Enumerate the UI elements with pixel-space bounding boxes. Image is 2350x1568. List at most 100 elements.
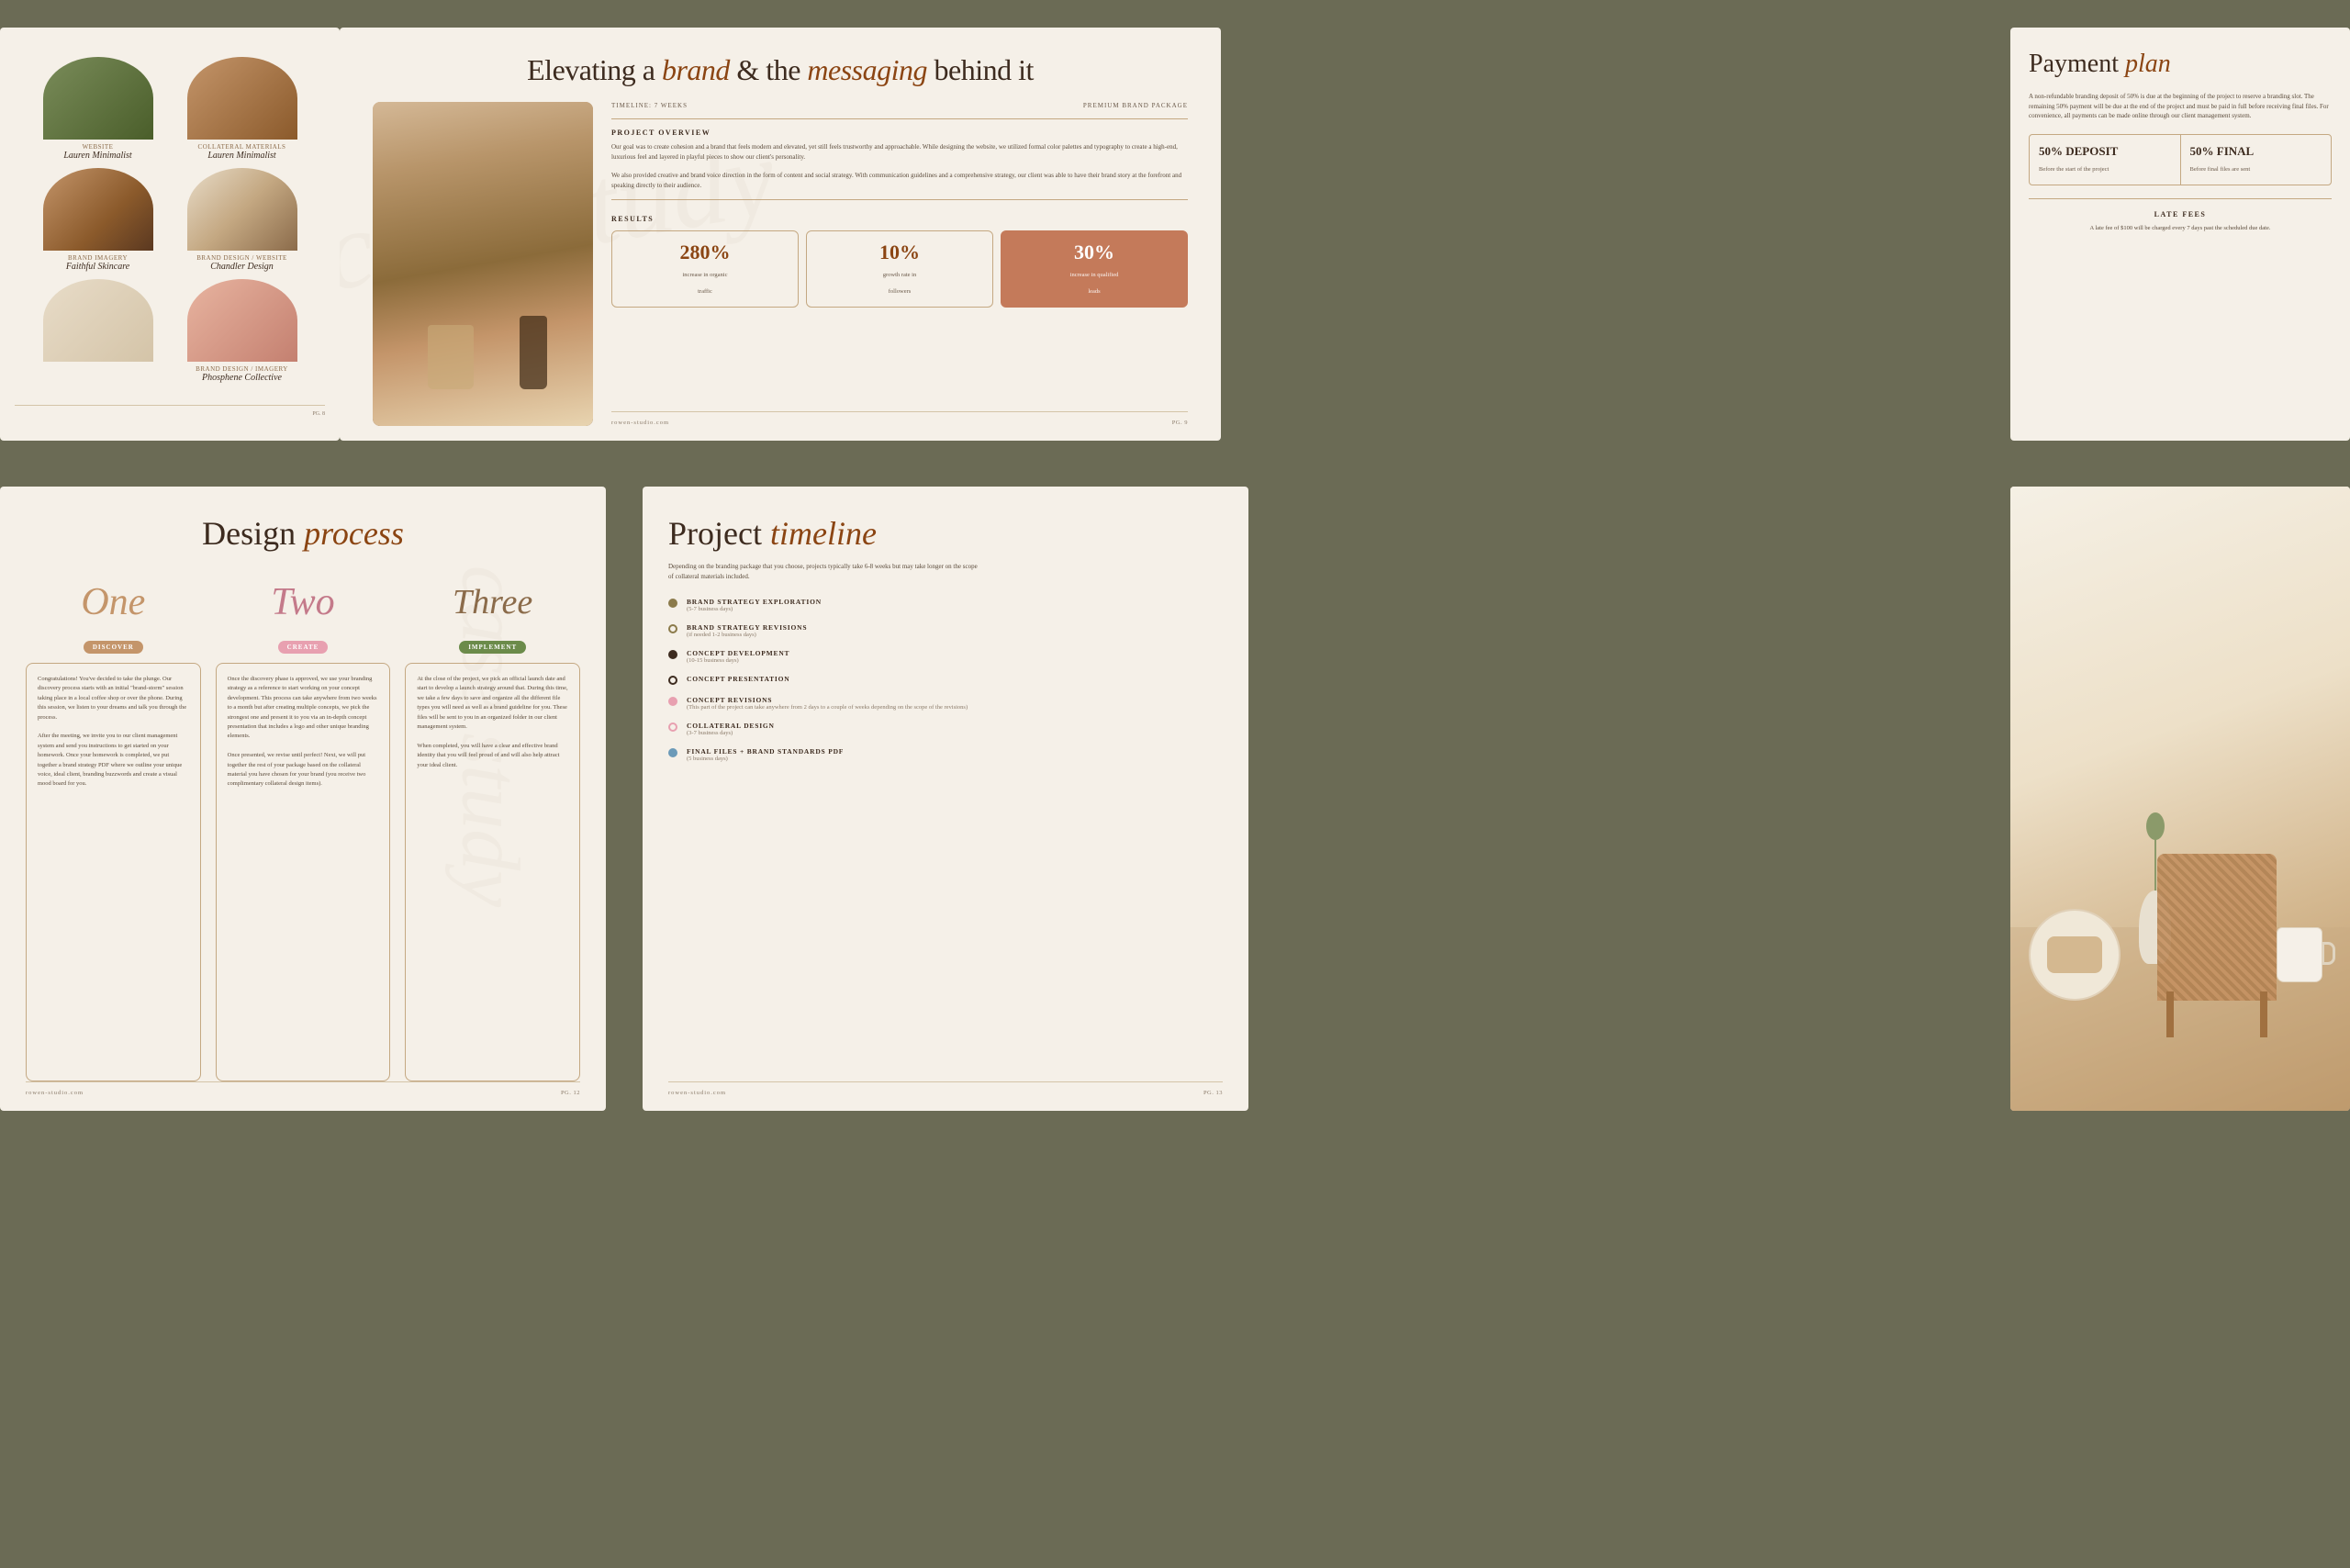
timeline-subtitle-3: (10-15 business days) <box>687 657 789 664</box>
slide4-footer-page: PG. 12 <box>561 1090 580 1096</box>
timeline-label: TIMELINE: 7 WEEKS <box>611 102 688 109</box>
timeline-title-4: CONCEPT PRESENTATION <box>687 675 789 683</box>
timeline-title-6: COLLATERAL DESIGN <box>687 722 775 730</box>
mug <box>2277 927 2322 982</box>
step3-text: At the close of the project, we pick an … <box>417 675 568 770</box>
portfolio-image-4 <box>187 168 297 251</box>
timeline-dot-1 <box>668 599 677 608</box>
chair-back <box>2157 854 2277 1001</box>
timeline-item-1: BRAND STRATEGY EXPLORATION (5-7 business… <box>668 598 1223 612</box>
result-box-3: 30% increase in qualifiedleads <box>1001 230 1188 308</box>
plate <box>2029 909 2121 1001</box>
step1-text: Congratulations! You've decided to take … <box>38 675 189 790</box>
slide4-footer-url: ROWEN-STUDIO.COM <box>26 1090 84 1096</box>
timeline-content-2: BRAND STRATEGY REVISIONS (if needed 1-2 … <box>687 623 807 638</box>
portfolio-label-small-6: BRAND DESIGN / IMAGERY <box>196 365 288 373</box>
step3-box: At the close of the project, we pick an … <box>405 663 580 1081</box>
slide2-title: Elevating a brand & the messaging behind… <box>373 53 1188 87</box>
timeline-content-1: BRAND STRATEGY EXPLORATION (5-7 business… <box>687 598 822 612</box>
timeline-content-3: CONCEPT DEVELOPMENT (10-15 business days… <box>687 649 789 664</box>
step1-number: One <box>76 575 150 630</box>
result-label-2: growth rate infollowers <box>883 272 916 295</box>
slide3-body-text: A non-refundable branding deposit of 50%… <box>2029 92 2332 121</box>
process-step-implement: Three IMPLEMENT At the close of the proj… <box>405 575 580 1081</box>
timeline-subtitle-6: (3-7 business days) <box>687 730 775 736</box>
slide2-meta: TIMELINE: 7 WEEKS PREMIUM BRAND PACKAGE <box>611 102 1188 109</box>
stem <box>2154 835 2156 890</box>
slide-design-process: case study Design process One DISCOVER C… <box>0 487 606 1111</box>
slide6-photo-area <box>2010 487 2350 1111</box>
deposit-pct: 50% DEPOSIT <box>2039 144 2171 159</box>
slide-elevating: case study Elevating a brand & the messa… <box>340 28 1221 441</box>
portfolio-image-5 <box>43 279 153 362</box>
slide5-title: Project timeline <box>668 514 1223 553</box>
step2-badge: CREATE <box>278 641 329 654</box>
timeline-subtitle-2: (if needed 1-2 business days) <box>687 632 807 638</box>
timeline-dot-7 <box>668 748 677 757</box>
results-section: RESULTS 280% increase in organictraffic … <box>611 215 1188 308</box>
timeline-title-1: BRAND STRATEGY EXPLORATION <box>687 598 822 606</box>
process-steps: One DISCOVER Congratulations! You've dec… <box>26 575 580 1081</box>
timeline-title-7: FINAL FILES + BRAND STANDARDS PDF <box>687 747 844 756</box>
result-label-3: increase in qualifiedleads <box>1070 272 1119 295</box>
late-fees-text: A late fee of $100 will be charged every… <box>2029 224 2332 233</box>
slide5-footer-page: PG. 13 <box>1203 1090 1223 1096</box>
food <box>2047 936 2102 973</box>
portfolio-label-small-4: BRAND DESIGN / WEBSITE <box>196 254 287 262</box>
chair-leg-left <box>2166 991 2174 1037</box>
process-step-discover: One DISCOVER Congratulations! You've dec… <box>26 575 201 1081</box>
package-label: PREMIUM BRAND PACKAGE <box>1083 102 1188 109</box>
portfolio-label-small-3: BRAND IMAGERY <box>68 254 128 262</box>
slide-payment: Payment plan A non-refundable branding d… <box>2010 28 2350 441</box>
timeline-item-4: CONCEPT PRESENTATION <box>668 675 1223 685</box>
payment-deposit: 50% DEPOSIT Before the start of the proj… <box>2030 135 2181 185</box>
portfolio-label-small-1: WEBSITE <box>83 143 114 151</box>
timeline-dot-3 <box>668 650 677 659</box>
deposit-desc: Before the start of the project <box>2039 166 2109 173</box>
portfolio-item-3: BRAND IMAGERY Faithful Skincare <box>29 168 166 272</box>
step2-number: Two <box>266 575 340 630</box>
portfolio-item-4: BRAND DESIGN / WEBSITE Chandler Design <box>173 168 310 272</box>
portfolio-item-2: COLLATERAL MATERIALS Lauren Minimalist <box>173 57 310 161</box>
result-number-2: 10% <box>818 241 981 264</box>
timeline-content-6: COLLATERAL DESIGN (3-7 business days) <box>687 722 775 736</box>
timeline-item-7: FINAL FILES + BRAND STANDARDS PDF (5 bus… <box>668 747 1223 762</box>
portfolio-label-small-2: COLLATERAL MATERIALS <box>198 143 286 151</box>
slide5-footer-url: ROWEN-STUDIO.COM <box>668 1090 726 1096</box>
final-desc: Before final files are sent <box>2190 166 2251 173</box>
slide1-footer-page: PG. 8 <box>312 411 325 417</box>
late-fees-title: LATE FEES <box>2029 210 2332 218</box>
timeline-item-6: COLLATERAL DESIGN (3-7 business days) <box>668 722 1223 736</box>
portfolio-grid: WEBSITE Lauren Minimalist COLLATERAL MAT… <box>15 42 325 398</box>
timeline-items: BRAND STRATEGY EXPLORATION (5-7 business… <box>668 598 1223 762</box>
step1-badge: DISCOVER <box>84 641 143 654</box>
payment-split: 50% DEPOSIT Before the start of the proj… <box>2029 134 2332 185</box>
slide2-footer-url: ROWEN-STUDIO.COM <box>611 420 669 426</box>
timeline-dot-2 <box>668 624 677 633</box>
slide-portfolio: WEBSITE Lauren Minimalist COLLATERAL MAT… <box>0 28 340 441</box>
portfolio-image-1 <box>43 57 153 140</box>
timeline-item-2: BRAND STRATEGY REVISIONS (if needed 1-2 … <box>668 623 1223 638</box>
timeline-dot-6 <box>668 722 677 732</box>
timeline-item-3: CONCEPT DEVELOPMENT (10-15 business days… <box>668 649 1223 664</box>
step2-box: Once the discovery phase is approved, we… <box>216 663 391 1081</box>
final-pct: 50% FINAL <box>2190 144 2322 159</box>
slide-timeline: Project timeline Depending on the brandi… <box>643 487 1248 1111</box>
step2-script: Two <box>271 583 334 622</box>
mug-handle <box>2322 942 2335 965</box>
overview-text2: We also provided creative and brand voic… <box>611 171 1188 190</box>
step3-badge: IMPLEMENT <box>459 641 526 654</box>
step3-number: Three <box>456 575 530 630</box>
timeline-dot-5 <box>668 697 677 706</box>
slide2-main-image <box>373 102 593 426</box>
timeline-content-4: CONCEPT PRESENTATION <box>687 675 789 683</box>
portfolio-image-3 <box>43 168 153 251</box>
step1-script: One <box>81 583 145 622</box>
result-number-3: 30% <box>1013 241 1176 264</box>
portfolio-label-main-4: Chandler Design <box>210 262 274 272</box>
timeline-title-3: CONCEPT DEVELOPMENT <box>687 649 789 657</box>
chair <box>2157 854 2277 1037</box>
result-box-2: 10% growth rate infollowers <box>806 230 993 308</box>
portfolio-label-main-6: Phosphene Collective <box>202 373 282 383</box>
overview-title: PROJECT OVERVIEW <box>611 129 1188 137</box>
